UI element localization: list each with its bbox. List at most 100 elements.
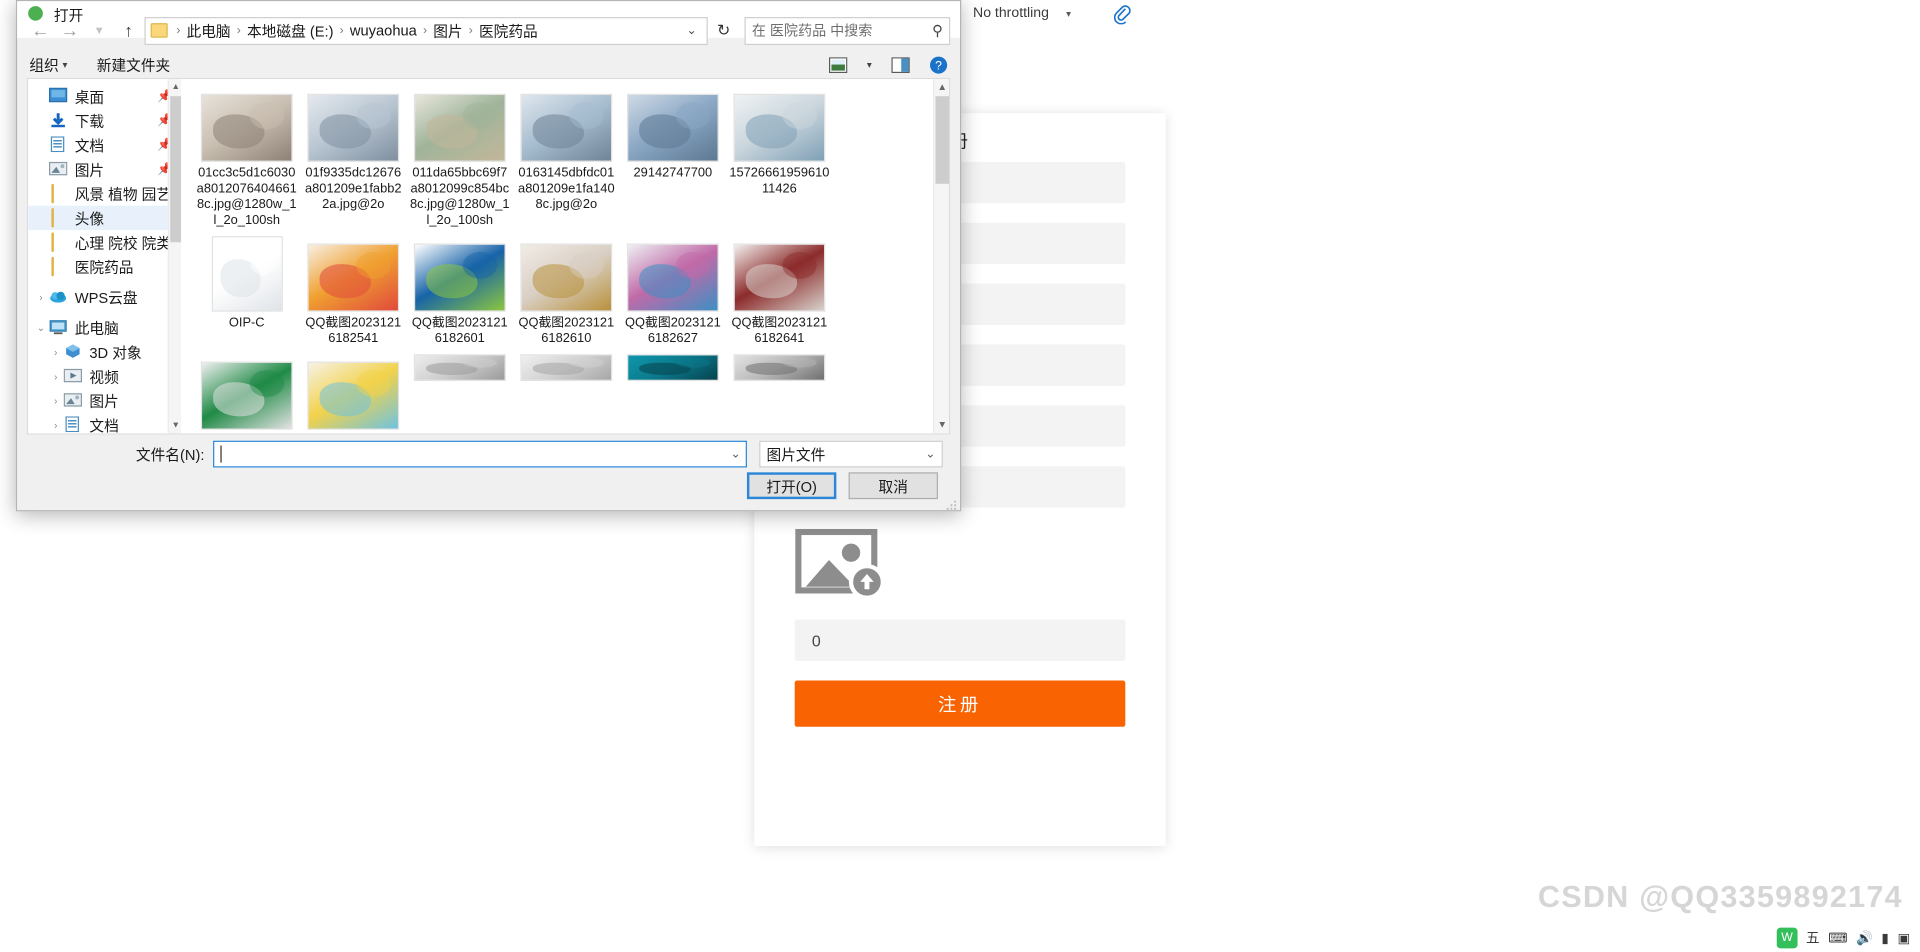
image-upload-icon[interactable] [795,527,893,602]
tree-item-3d-objects[interactable]: › 3D 对象 [28,340,181,364]
row3-a-image [413,354,506,382]
hospital-building-image [626,93,719,162]
breadcrumb-item-4[interactable]: 医院药品 [479,20,538,41]
file-type-select[interactable]: 图片文件 ⌄ [759,440,943,468]
tree-item-label: 3D 对象 [89,343,142,361]
register-submit-button[interactable]: 注册 [794,680,1126,727]
file-tile[interactable]: 01f9335dc12676a801209e1fabb22a.jpg@2o [300,86,407,228]
filename-chevron-down-icon[interactable]: ⌄ [731,447,741,460]
volume-icon[interactable]: 🔊 [1856,929,1873,946]
scrollbar-thumb[interactable] [935,96,949,184]
breadcrumb[interactable]: › 此电脑 › 本地磁盘 (E:) › wuyaohua › 图片 › 医院药品… [144,16,708,45]
file-type-chevron-down-icon[interactable]: ⌄ [925,447,935,460]
recent-chevron-down-icon[interactable]: ▼ [86,17,113,44]
twisty[interactable]: › [48,346,64,357]
file-tile[interactable]: 01cc3c5d1c6030a80120764046618c.jpg@1280w… [193,86,300,228]
videos-icon [63,368,84,385]
scroll-up-arrow-icon[interactable]: ▲ [934,79,949,96]
arrow-right-icon[interactable]: → [56,17,83,44]
tree-item-this-pc[interactable]: ⌄ 此电脑 [28,315,181,339]
breadcrumb-item-0[interactable]: 此电脑 [187,20,231,41]
open-button[interactable]: 打开(O) [746,472,837,500]
file-tile[interactable]: QQ截图20231216182541 [300,236,407,347]
file-thumbnail [626,354,719,382]
tree-item-folder-hospital-medicine[interactable]: 医院药品 [28,254,181,278]
file-tile[interactable]: 011da65bbc69f7a8012099c854bc8c.jpg@1280w… [407,86,514,228]
folder-icon [49,256,69,277]
pictures-icon [48,161,69,178]
file-tile[interactable]: QQ截图20231216182641 [726,236,833,347]
arrow-left-icon[interactable]: ← [27,17,54,44]
tree-item-pictures-pc[interactable]: › 图片 [28,388,181,412]
file-tile[interactable]: QQ截图20231216182601 [407,236,514,347]
tree-item-pictures[interactable]: 图片 📌 [28,157,181,181]
tree-item-wps-cloud[interactable]: › WPS云盘 [28,285,181,309]
throttling-label[interactable]: No throttling [973,6,1049,21]
twisty[interactable]: › [48,371,64,382]
tree-item-desktop[interactable]: 桌面 📌 [28,84,181,108]
tree-item-documents[interactable]: 文档 📌 [28,133,181,157]
breadcrumb-item-2[interactable]: wuyaohua [350,22,417,39]
twisty[interactable]: › [48,419,64,430]
view-mode-icon[interactable] [828,57,848,74]
wechat-icon[interactable]: W [1776,927,1798,948]
search-input[interactable]: 在 医院药品 中搜索 ⚲ [744,16,951,45]
resize-grip[interactable] [945,495,957,510]
search-icon[interactable]: ⚲ [932,22,943,39]
tree-item-folder-psychology[interactable]: 心理 院校 院类 [28,230,181,254]
system-tray: W 五 ⌨ 🔊 ▮ ▣ [1776,923,1920,952]
file-tile[interactable] [726,354,833,382]
file-tile[interactable]: QQ截图20231216182700 [193,354,300,433]
tree-item-folder-avatar[interactable]: 头像 [28,205,182,231]
scroll-down-arrow-icon[interactable]: ▼ [169,418,181,434]
twisty[interactable]: › [48,395,64,406]
tree-item-videos[interactable]: › 视频 [28,364,181,388]
preview-pane-icon[interactable] [891,57,910,74]
tree-scrollbar[interactable]: ▲ ▼ [167,79,182,434]
cancel-button[interactable]: 取消 [848,472,938,500]
medicine-boxes-image [520,243,613,312]
breadcrumb-item-1[interactable]: 本地磁盘 (E:) [247,20,334,41]
refresh-icon[interactable]: ↻ [710,21,737,40]
register-count-field[interactable]: 0 [794,619,1126,662]
view-mode-chevron-down-icon[interactable]: ▾ [867,60,872,71]
breadcrumb-chevron-down-icon[interactable]: ⌄ [686,24,701,37]
new-folder-button[interactable]: 新建文件夹 [97,55,170,76]
throttling-chevron-down-icon[interactable]: ▾ [1066,8,1071,19]
file-tile[interactable] [407,354,514,382]
file-tile[interactable]: 0163145dbfdc01a801209e1fa1408c.jpg@2o [513,86,620,228]
file-tile[interactable]: 29142747700 [620,86,727,228]
arrow-up-icon[interactable]: ↑ [115,17,142,44]
scroll-up-arrow-icon[interactable]: ▲ [169,79,181,95]
ime-label[interactable]: 五 [1806,928,1819,947]
tree-item-label: 医院药品 [74,258,134,276]
file-tile[interactable]: 1572666195961011426 [726,86,833,228]
filename-input[interactable]: ⌄ [213,440,747,468]
file-thumbnail [200,354,293,430]
desktop-icon [48,87,69,105]
notification-icon[interactable]: ▣ [1897,929,1910,946]
network-icon[interactable]: ▮ [1881,929,1888,946]
file-tile[interactable] [513,354,620,382]
breadcrumb-item-3[interactable]: 图片 [433,20,462,41]
file-tile[interactable] [620,354,727,382]
scrollbar-thumb[interactable] [170,96,182,243]
file-tile[interactable]: QQ截图20231216182627 [620,236,727,347]
input-method-icon[interactable]: ⌨ [1828,929,1847,946]
paperclip-icon[interactable] [1110,2,1132,25]
file-tile[interactable]: OIP-C [193,236,300,347]
dialog-footer: 文件名(N): ⌄ 图片文件 ⌄ 打开(O) 取消 [17,434,961,511]
file-thumbnail [520,86,613,162]
twisty[interactable]: ⌄ [33,322,49,333]
help-icon[interactable]: ? [929,56,948,74]
scroll-down-arrow-icon[interactable]: ▼ [934,416,949,433]
tree-item-downloads[interactable]: 下载 📌 [28,108,181,132]
file-tile[interactable]: QQ截图20231216182709 [300,354,407,433]
organize-label: 组织 [29,57,59,75]
organize-button[interactable]: 组织 ▾ [29,55,67,76]
file-tile[interactable]: QQ截图20231216182610 [513,236,620,347]
file-list-scrollbar[interactable]: ▲ ▼ [933,79,949,434]
capsules-pastel-image [307,361,400,430]
tree-item-documents-pc[interactable]: › 文档 [28,413,181,433]
tree-item-folder-scenery[interactable]: 风景 植物 园艺 [28,181,181,205]
